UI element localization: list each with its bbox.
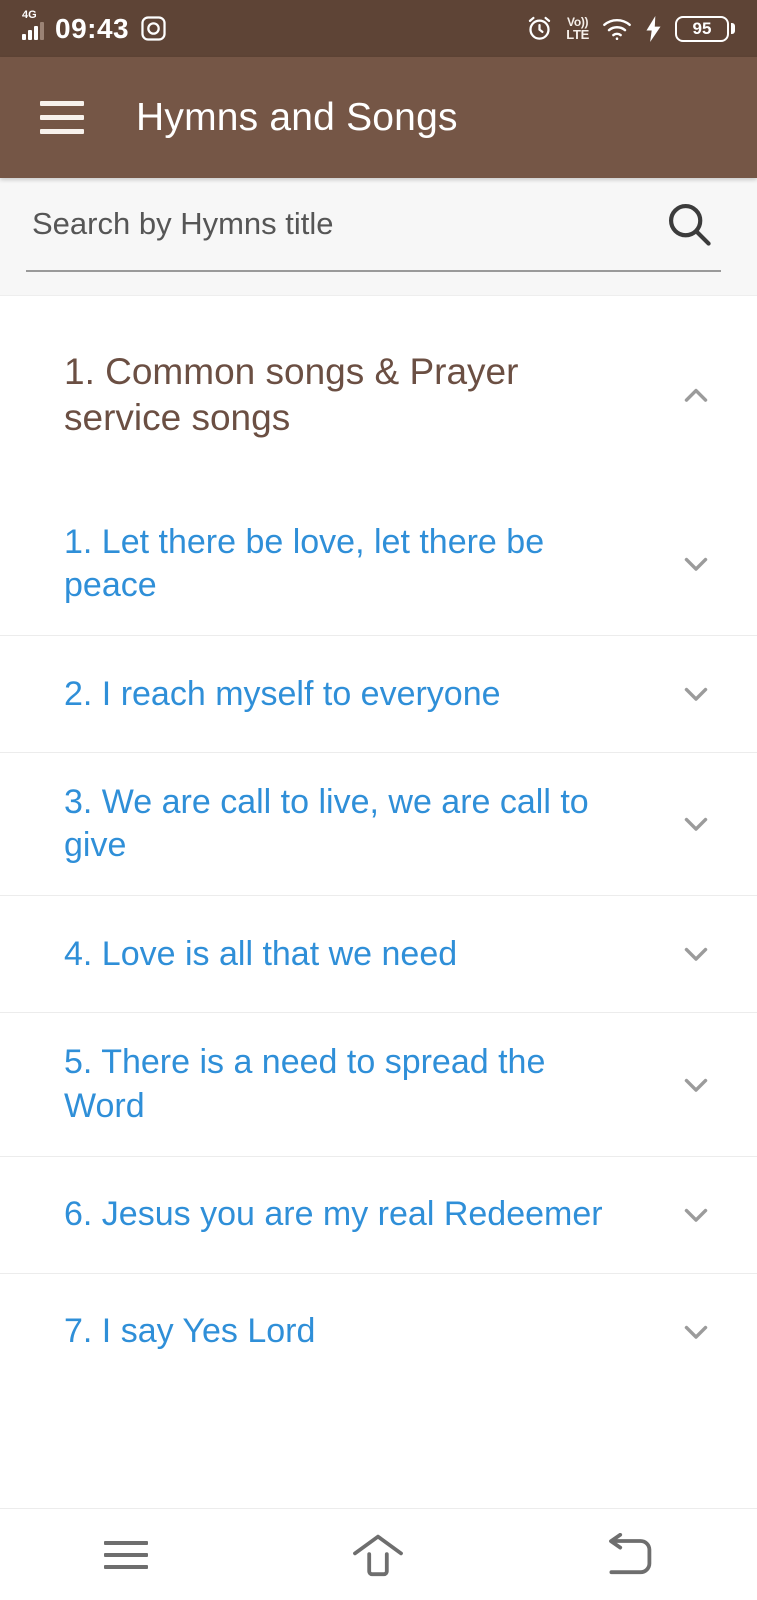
recents-icon [104, 1540, 149, 1569]
status-bar-clock: 09:43 [55, 12, 130, 44]
recents-line-2 [104, 1552, 149, 1557]
song-title: 1. Let there be love, let there be peace [64, 522, 545, 604]
search-underline [26, 270, 721, 272]
battery-shell: 95 [675, 15, 729, 42]
battery-icon: 95 [675, 15, 735, 42]
search-section [0, 178, 757, 296]
chevron-down-icon[interactable] [661, 664, 731, 724]
network-type-label: 4G [22, 8, 37, 21]
back-button[interactable] [505, 1509, 757, 1600]
charging-bolt-icon [645, 15, 662, 42]
phone-screen: 4G 09:43 Vo)) LTE 95 Hymns and Songs Sea… [0, 0, 757, 1600]
category-title: 1. Common songs & Prayer service songs [64, 351, 519, 438]
hamburger-line-1 [40, 101, 84, 106]
list-item[interactable]: 5. There is a need to spread the Word [0, 1012, 757, 1156]
song-title: 6. Jesus you are my real Redeemer [64, 1195, 603, 1234]
recents-button[interactable] [0, 1509, 252, 1600]
chevron-down-icon[interactable] [661, 1185, 731, 1245]
app-bar: Hymns and Songs [0, 57, 757, 178]
battery-cap [731, 23, 735, 34]
signal-bar-2 [28, 29, 32, 40]
category-header-row[interactable]: 1. Common songs & Prayer service songs [0, 296, 757, 493]
chevron-down-icon[interactable] [661, 1302, 731, 1362]
chevron-up-icon[interactable] [661, 365, 731, 425]
back-icon [607, 1532, 655, 1577]
chevron-down-icon[interactable] [661, 924, 731, 984]
battery-level-label: 95 [692, 19, 712, 38]
hymns-list: 1. Common songs & Prayer service songs 1… [0, 296, 757, 1508]
list-item[interactable]: 4. Love is all that we need [0, 895, 757, 1013]
hamburger-line-3 [40, 129, 84, 134]
list-item[interactable]: 1. Let there be love, let there be peace [0, 492, 757, 636]
search-row [26, 178, 731, 270]
alarm-clock-icon [526, 15, 553, 42]
search-icon [664, 199, 714, 249]
signal-bar-1 [22, 33, 26, 40]
song-title: 2. I reach myself to everyone [64, 674, 501, 713]
song-title: 4. Love is all that we need [64, 934, 458, 973]
camera-icon [140, 15, 167, 42]
list-item[interactable]: 2. I reach myself to everyone [0, 635, 757, 753]
chevron-down-icon[interactable] [661, 794, 731, 854]
song-title: 3. We are call to live, we are call to g… [64, 783, 589, 865]
home-icon [352, 1533, 404, 1577]
status-bar: 4G 09:43 Vo)) LTE 95 [0, 0, 757, 57]
recents-line-3 [104, 1564, 149, 1569]
volte-icon: Vo)) LTE [566, 16, 589, 41]
app-title: Hymns and Songs [136, 95, 458, 139]
list-item[interactable]: 3. We are call to live, we are call to g… [0, 752, 757, 896]
android-navigation-bar [0, 1508, 757, 1600]
volte-bottom-label: LTE [566, 27, 589, 42]
chevron-down-icon[interactable] [661, 534, 731, 594]
song-title: 7. I say Yes Lord [64, 1312, 316, 1351]
search-input[interactable] [26, 206, 657, 242]
signal-bar-4 [40, 21, 44, 40]
recents-line-1 [104, 1540, 149, 1545]
search-button[interactable] [657, 192, 721, 256]
song-title: 5. There is a need to spread the Word [64, 1043, 546, 1125]
chevron-down-icon[interactable] [661, 1055, 731, 1115]
hamburger-line-2 [40, 115, 84, 120]
home-button[interactable] [252, 1509, 504, 1600]
signal-bar-3 [34, 25, 38, 40]
signal-strength-icon: 4G [22, 9, 44, 40]
status-bar-left: 4G 09:43 [22, 9, 167, 45]
status-bar-right: Vo)) LTE 95 [526, 15, 735, 42]
list-item[interactable]: 7. I say Yes Lord [0, 1272, 757, 1390]
list-item[interactable]: 6. Jesus you are my real Redeemer [0, 1155, 757, 1273]
hamburger-menu-icon[interactable] [40, 101, 84, 134]
wifi-icon [602, 17, 632, 41]
